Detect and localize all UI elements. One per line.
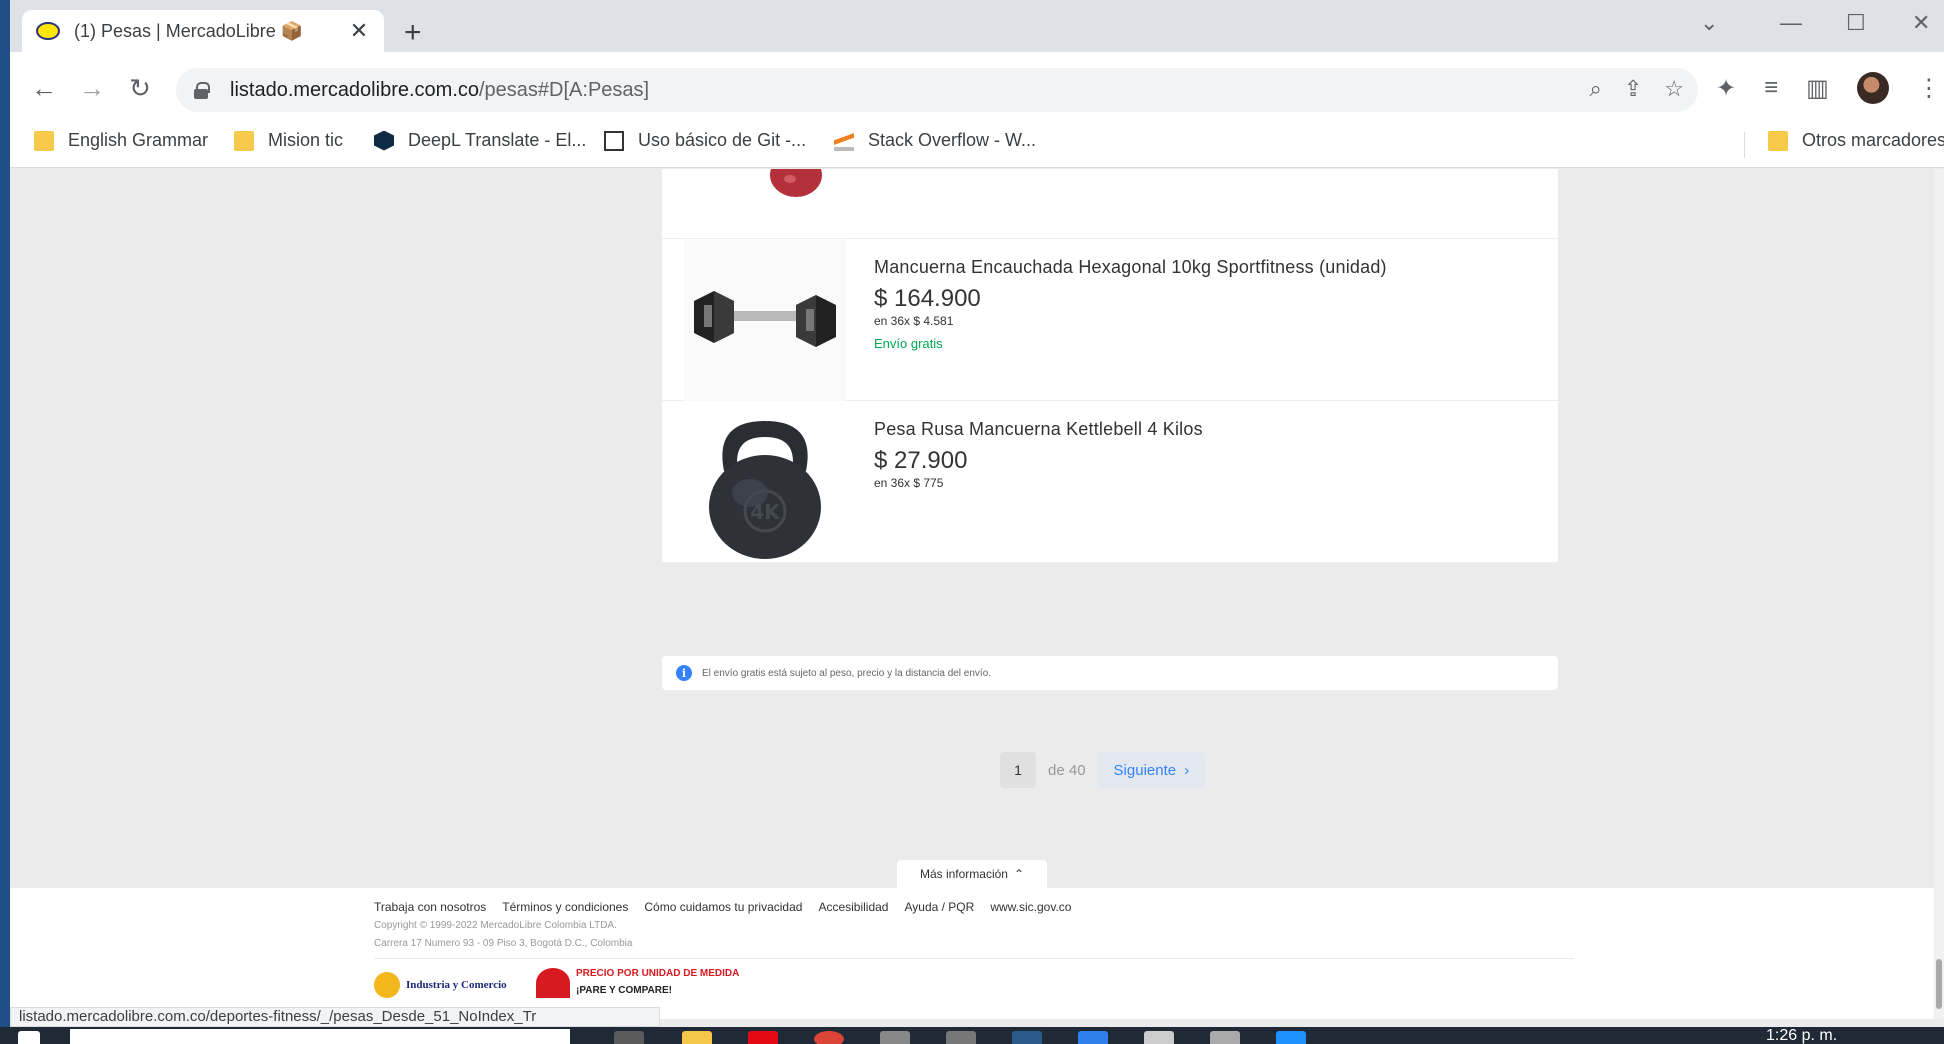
footer-divider (374, 958, 1574, 959)
list-item[interactable]: Mancuerna Encauchada Hexagonal 10kg Spor… (662, 239, 1558, 401)
forward-icon[interactable]: → (74, 70, 110, 106)
taskbar-clock[interactable]: 1:26 p. m. (1766, 1027, 1837, 1044)
page-count: de 40 (1048, 761, 1086, 779)
bookmark-english-grammar[interactable]: English Grammar (34, 130, 208, 151)
share-icon[interactable]: ⇪ (1624, 76, 1642, 102)
tab-strip: (1) Pesas | MercadoLibre 📦 ✕ + ⌄ — ☐ ✕ (0, 0, 1944, 52)
results-list: Mancuerna Encauchada Hexagonal 10kg Spor… (662, 169, 1558, 563)
notice-text: El envío gratis está sujeto al peso, pre… (702, 667, 992, 679)
sic-logo[interactable]: Industria y Comercio (374, 972, 507, 998)
bookmark-star-icon[interactable]: ☆ (1664, 76, 1684, 102)
task-view-icon[interactable] (614, 1031, 644, 1044)
close-tab-icon[interactable]: ✕ (348, 18, 370, 44)
bookmark-stackoverflow[interactable]: Stack Overflow - W... (834, 130, 1036, 151)
page-content: Mancuerna Encauchada Hexagonal 10kg Spor… (10, 169, 1934, 1019)
window-edge (0, 0, 10, 1044)
footer-link[interactable]: Cómo cuidamos tu privacidad (644, 900, 802, 914)
browser-toolbar: ← → ↻ listado.mercadolibre.com.co/pesas#… (0, 52, 1944, 132)
company-address: Carrera 17 Numero 93 - 09 Piso 3, Bogotá… (374, 938, 633, 949)
bookmark-otros-marcadores[interactable]: Otros marcadores (1768, 130, 1944, 151)
footer-link[interactable]: www.sic.gov.co (990, 900, 1071, 914)
netflix-icon[interactable] (748, 1031, 778, 1044)
url-text[interactable]: listado.mercadolibre.com.co/pesas#D[A:Pe… (230, 79, 649, 102)
folder-icon (34, 130, 54, 151)
sic-icon (374, 972, 400, 998)
stackoverflow-icon (834, 130, 854, 151)
windows-start-icon[interactable] (18, 1031, 40, 1044)
footer: Trabaja con nosotros Términos y condicio… (10, 888, 1934, 1019)
status-url-bubble: listado.mercadolibre.com.co/deportes-fit… (10, 1007, 660, 1027)
side-panel-icon[interactable]: ▥ (1806, 74, 1829, 103)
shipping-notice: i El envío gratis está sujeto al peso, p… (662, 656, 1558, 690)
menu-dots-icon[interactable]: ⋮ (1917, 74, 1941, 103)
app-icon[interactable] (1210, 1031, 1240, 1044)
bookmark-git[interactable]: Uso básico de Git -... (604, 130, 806, 151)
kettlebell-image[interactable]: 4K (684, 401, 846, 563)
app-icon[interactable] (946, 1031, 976, 1044)
file-explorer-icon[interactable] (682, 1031, 712, 1044)
chrome-icon[interactable] (814, 1031, 844, 1044)
next-page-button[interactable]: Siguiente › (1097, 752, 1206, 788)
app-icon[interactable] (1276, 1031, 1306, 1044)
current-page[interactable]: 1 (1000, 752, 1036, 788)
new-tab-button[interactable]: + (404, 18, 422, 48)
kettlebell-mark: 4K (750, 500, 781, 524)
list-item-partial[interactable] (662, 169, 1558, 239)
info-icon: i (676, 665, 692, 681)
app-icon[interactable] (880, 1031, 910, 1044)
bookmarks-separator (1744, 132, 1745, 158)
pagination: 1 de 40 Siguiente › (1000, 752, 1206, 788)
active-tab[interactable]: (1) Pesas | MercadoLibre 📦 ✕ (22, 10, 384, 52)
product-price: $ 27.900 (874, 447, 968, 474)
chevron-up-icon: ⌃ (1013, 867, 1025, 881)
footer-link[interactable]: Trabaja con nosotros (374, 900, 486, 914)
extensions-icon[interactable]: ✦ (1716, 74, 1736, 103)
vscode-icon[interactable] (1078, 1031, 1108, 1044)
windows-taskbar: 1:26 p. m. (0, 1027, 1944, 1044)
maximize-icon[interactable]: ☐ (1846, 10, 1866, 36)
product-installments: en 36x $ 775 (874, 476, 944, 490)
footer-links: Trabaja con nosotros Términos y condicio… (374, 900, 1071, 914)
more-info-button[interactable]: Más información ⌃ (897, 860, 1047, 888)
zoom-icon[interactable]: ⌕ (1590, 76, 1602, 102)
git-icon (604, 130, 624, 151)
minimize-icon[interactable]: — (1780, 10, 1802, 36)
footer-link[interactable]: Ayuda / PQR (904, 900, 974, 914)
tab-search-icon[interactable]: ⌄ (1700, 10, 1718, 36)
back-icon[interactable]: ← (26, 70, 62, 106)
bookmarks-bar: English Grammar Mision tic DeepL Transla… (0, 122, 1944, 168)
address-bar[interactable]: listado.mercadolibre.com.co/pesas#D[A:Pe… (176, 68, 1698, 112)
hand-icon (536, 968, 570, 998)
profile-avatar[interactable] (1856, 72, 1889, 104)
media-control-icon[interactable]: ≡ (1764, 74, 1778, 102)
product-installments: en 36x $ 4.581 (874, 314, 954, 328)
free-shipping-label: Envío gratis (874, 336, 943, 351)
settings-icon[interactable] (1144, 1031, 1174, 1044)
folder-icon (234, 130, 254, 151)
tab-title: (1) Pesas | MercadoLibre 📦 (74, 20, 304, 41)
copyright: Copyright © 1999-2022 MercadoLibre Colom… (374, 920, 617, 931)
product-title[interactable]: Pesa Rusa Mancuerna Kettlebell 4 Kilos (874, 419, 1203, 440)
page-scrollbar[interactable] (1934, 169, 1944, 1019)
dumbbell-image[interactable] (766, 169, 826, 203)
folder-icon (1768, 130, 1788, 151)
close-window-icon[interactable]: ✕ (1912, 10, 1930, 36)
dumbbell-image[interactable] (684, 239, 846, 401)
chevron-right-icon: › (1184, 761, 1190, 779)
scrollbar-thumb[interactable] (1936, 959, 1942, 1009)
lock-icon[interactable] (194, 82, 210, 99)
unit-price-logo[interactable]: PRECIO POR UNIDAD DE MEDIDA ¡PARE Y COMP… (536, 968, 739, 998)
footer-link[interactable]: Términos y condiciones (502, 900, 628, 914)
deepl-icon (374, 130, 394, 151)
product-title[interactable]: Mancuerna Encauchada Hexagonal 10kg Spor… (874, 257, 1387, 278)
bookmark-mision-tic[interactable]: Mision tic (234, 130, 343, 151)
list-item[interactable]: 4K Pesa Rusa Mancuerna Kettlebell 4 Kilo… (662, 401, 1558, 563)
product-price: $ 164.900 (874, 285, 981, 312)
app-icon[interactable] (1012, 1031, 1042, 1044)
footer-link[interactable]: Accesibilidad (818, 900, 888, 914)
bookmark-deepl[interactable]: DeepL Translate - El... (374, 130, 586, 151)
reload-icon[interactable]: ↻ (122, 70, 158, 106)
mercadolibre-favicon-icon (36, 22, 60, 40)
taskbar-search-input[interactable] (70, 1029, 570, 1044)
